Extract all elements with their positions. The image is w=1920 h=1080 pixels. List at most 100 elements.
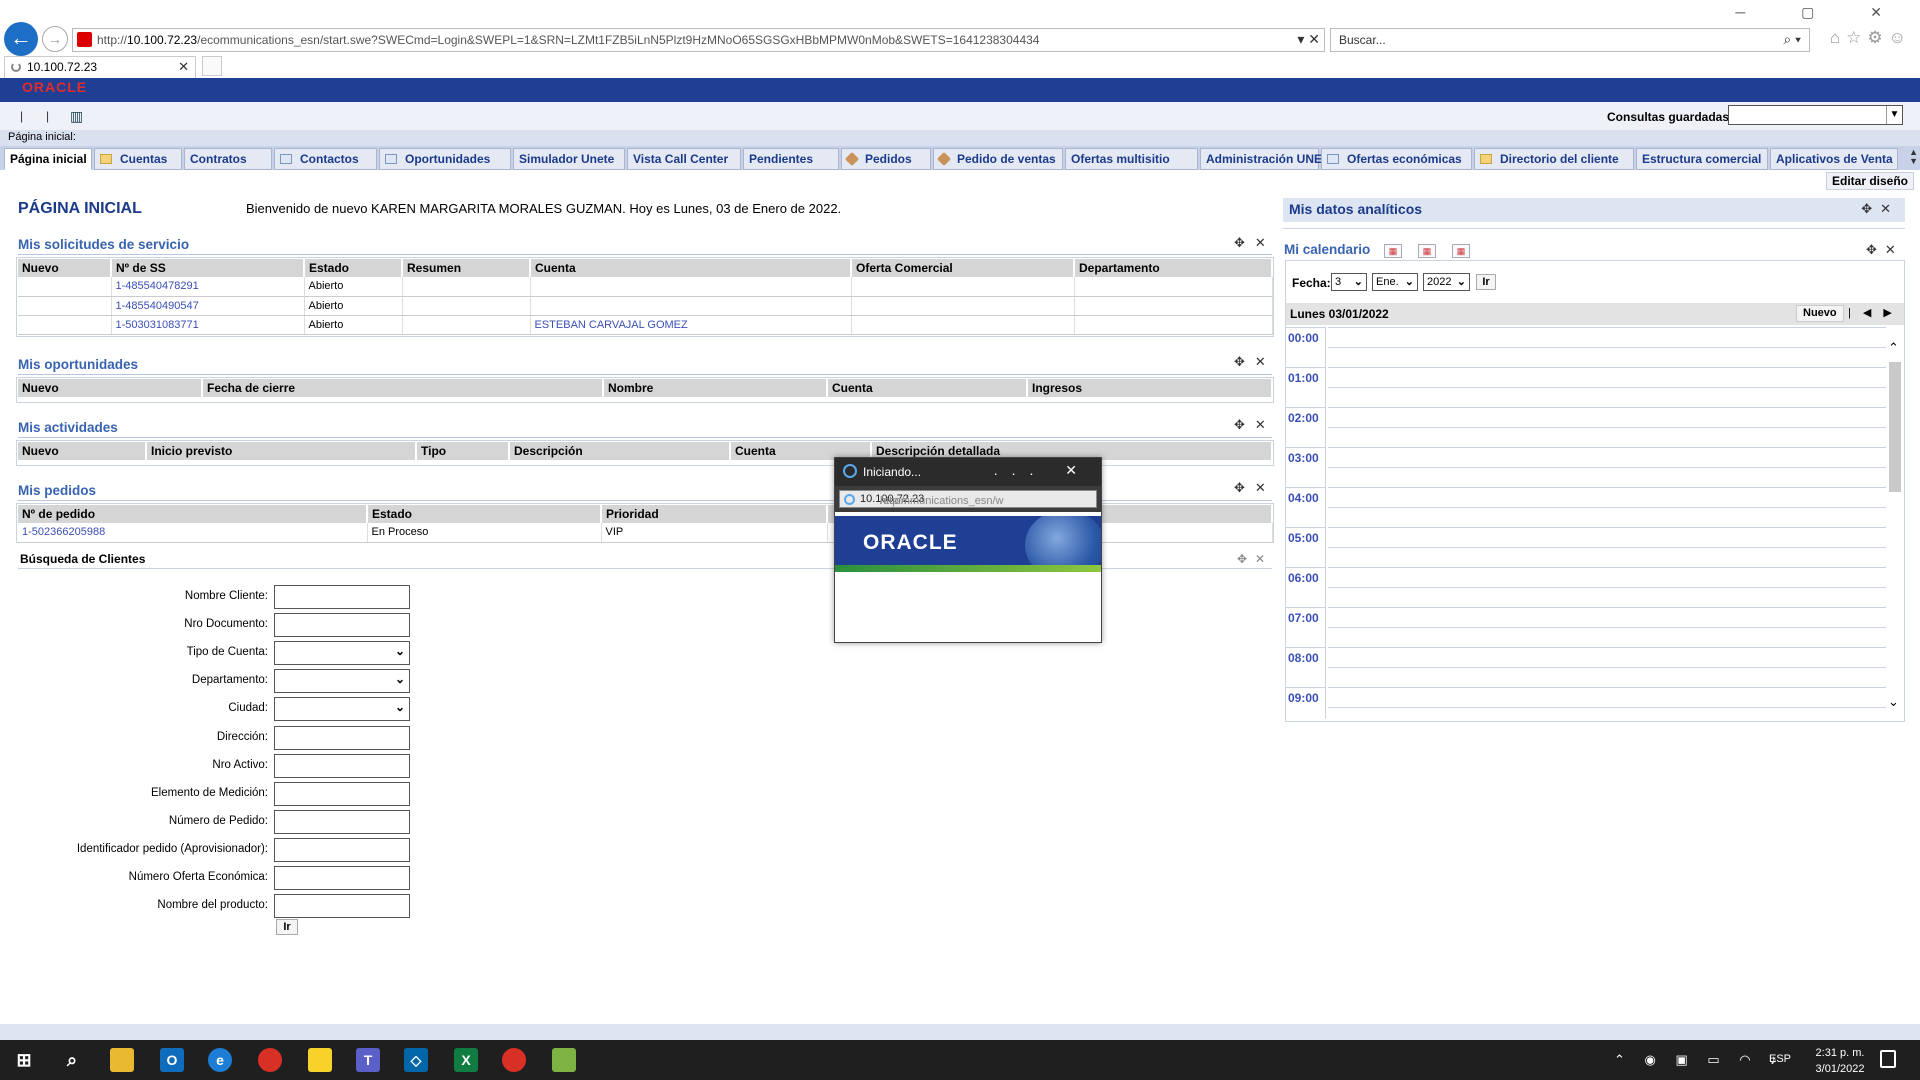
time-slot[interactable] — [1328, 327, 1886, 347]
time-slot[interactable] — [1328, 367, 1886, 387]
browser-search[interactable]: Buscar... ⌕ ▾ — [1330, 28, 1810, 52]
address-actions[interactable]: ▾ ✕ — [1297, 31, 1320, 48]
select-field[interactable]: ⌄ — [274, 641, 410, 666]
windows-start-icon[interactable]: ⊞ — [12, 1048, 36, 1072]
month-select[interactable]: Ene. ⌄ — [1372, 273, 1418, 291]
tab-cuentas[interactable]: Cuentas — [94, 148, 182, 170]
column-header[interactable]: Nombre — [603, 379, 828, 397]
vscode-icon[interactable]: ◇ — [404, 1048, 428, 1072]
text-field[interactable] — [274, 809, 410, 834]
time-slot[interactable] — [1328, 627, 1886, 647]
column-header[interactable]: Cuenta — [827, 379, 1028, 397]
section-controls[interactable]: ✥✕ — [1234, 417, 1276, 433]
column-header[interactable]: Ingresos — [1027, 379, 1273, 397]
edge-icon[interactable]: e — [208, 1048, 232, 1072]
column-header[interactable]: Inicio previsto — [146, 442, 417, 460]
sticky-notes-icon[interactable] — [308, 1048, 332, 1072]
section-controls[interactable]: ✥✕ — [1237, 552, 1273, 566]
app-icon[interactable] — [552, 1048, 576, 1072]
system-tray-icons[interactable]: ⌃ ◉ ▣ ▭ ◠ ♪ — [1614, 1052, 1785, 1068]
tab-administración-une[interactable]: Administración UNE — [1200, 148, 1322, 170]
time-slot[interactable] — [1328, 667, 1886, 687]
language-indicator[interactable]: ESP — [1769, 1053, 1791, 1065]
section-controls[interactable]: ✥✕ — [1234, 354, 1276, 370]
time-slot[interactable] — [1328, 407, 1886, 427]
calendar-nav-arrows[interactable]: |◀▶ — [1848, 306, 1904, 319]
time-slot[interactable] — [1328, 607, 1886, 627]
column-header[interactable]: Nuevo — [18, 259, 112, 277]
select-field[interactable]: ⌄ — [274, 697, 410, 722]
section-controls[interactable]: ✥✕ — [1861, 201, 1899, 217]
tab-oportunidades[interactable]: Oportunidades — [379, 148, 511, 170]
tab-ofertas-económicas[interactable]: Ofertas económicas — [1321, 148, 1472, 170]
day-select[interactable]: 3 ⌄ — [1331, 273, 1367, 291]
time-slot[interactable] — [1328, 687, 1886, 707]
table-row[interactable]: 1-485540490547 Abierto — [18, 296, 1273, 316]
day-view-icon[interactable]: ▦ — [1384, 244, 1402, 258]
time-slot[interactable] — [1328, 587, 1886, 607]
calendar-scrollbar[interactable]: ⌃ ⌄ — [1887, 340, 1903, 710]
tab-pedidos[interactable]: Pedidos — [841, 148, 931, 170]
table-row[interactable]: 1-503031083771 Abierto ESTEBAN CARVAJAL GO… — [18, 315, 1273, 335]
browser-tab[interactable]: 10.100.72.23 ✕ — [4, 56, 196, 78]
cell-ss[interactable]: 1-485540478291 — [111, 277, 305, 297]
text-field[interactable] — [274, 866, 410, 890]
column-header[interactable]: Resumen — [402, 259, 531, 277]
scroll-down-icon[interactable]: ⌄ — [1888, 694, 1899, 710]
text-field[interactable] — [274, 725, 410, 750]
cell-order[interactable]: 1-502366205988 — [18, 523, 368, 543]
clock[interactable]: 2:31 p. m. 3/01/2022 — [1800, 1045, 1880, 1077]
tab-pendientes[interactable]: Pendientes — [743, 148, 839, 170]
forward-button[interactable]: → — [42, 26, 68, 52]
week-view-icon[interactable]: ▦ — [1418, 244, 1436, 258]
cell-account[interactable] — [530, 277, 852, 297]
tab-aplicativos-de-venta[interactable]: Aplicativos de Venta — [1770, 148, 1898, 170]
year-select[interactable]: 2022 ⌄ — [1423, 273, 1470, 291]
scroll-up-icon[interactable]: ⌃ — [1888, 340, 1899, 356]
column-header[interactable]: Descripción — [509, 442, 731, 460]
service-requests-title[interactable]: Mis solicitudes de servicio — [18, 237, 189, 252]
column-header[interactable]: Tipo — [416, 442, 510, 460]
new-event-button[interactable]: Nuevo — [1796, 305, 1844, 322]
browser-toolbar-icons[interactable]: ⌂☆⚙☺ — [1830, 28, 1912, 48]
calendar-title[interactable]: Mi calendario — [1284, 242, 1370, 257]
tab-contratos[interactable]: Contratos — [184, 148, 272, 170]
time-slot[interactable] — [1328, 567, 1886, 587]
address-bar[interactable]: http://10.100.72.23/ecommunications_esn/… — [72, 28, 1325, 52]
outlook-icon[interactable]: O — [160, 1048, 184, 1072]
column-header[interactable]: Nuevo — [18, 442, 147, 460]
column-header[interactable]: Cuenta — [530, 259, 852, 277]
chrome-icon[interactable] — [258, 1048, 282, 1072]
text-field[interactable] — [274, 585, 410, 609]
new-tab-button[interactable] — [202, 56, 222, 76]
column-header[interactable]: Nuevo — [18, 379, 203, 397]
tab-directorio-del-cliente[interactable]: Directorio del cliente — [1474, 148, 1634, 170]
column-header[interactable]: Prioridad — [601, 505, 828, 523]
notifications-icon[interactable] — [1880, 1050, 1896, 1068]
section-controls[interactable]: ✥✕ — [1234, 235, 1276, 251]
column-header[interactable]: Estado — [367, 505, 602, 523]
file-explorer-icon[interactable] — [110, 1048, 134, 1072]
window-controls[interactable]: ─ ▢ ✕ — [1735, 4, 1908, 21]
text-field[interactable] — [274, 613, 410, 638]
column-header[interactable]: Nº de SS — [111, 259, 305, 277]
text-field[interactable] — [274, 894, 410, 919]
text-field[interactable] — [274, 781, 410, 806]
excel-icon[interactable]: X — [454, 1048, 478, 1072]
text-field[interactable] — [274, 837, 410, 862]
scroll-thumb[interactable] — [1889, 362, 1901, 492]
tab-ofertas-multisitio[interactable]: Ofertas multisitio — [1065, 148, 1198, 170]
time-slot[interactable] — [1328, 467, 1886, 487]
time-slot[interactable] — [1328, 347, 1886, 367]
more-icon[interactable]: ... — [994, 462, 1048, 478]
tab-pedido-de-ventas[interactable]: Pedido de ventas — [933, 148, 1063, 170]
popup-controls[interactable]: ... ✕ — [994, 462, 1091, 479]
close-tab-icon[interactable]: ✕ — [178, 59, 189, 75]
section-controls[interactable]: ✥✕ — [1234, 480, 1276, 496]
saved-queries-select[interactable]: ▼ — [1728, 105, 1903, 125]
month-view-icon[interactable]: ▦ — [1452, 244, 1470, 258]
tab-página-inicial[interactable]: Página inicial — [4, 148, 92, 170]
column-header[interactable]: Departamento — [1074, 259, 1273, 277]
time-slot[interactable] — [1328, 447, 1886, 467]
orders-title[interactable]: Mis pedidos — [18, 483, 96, 498]
